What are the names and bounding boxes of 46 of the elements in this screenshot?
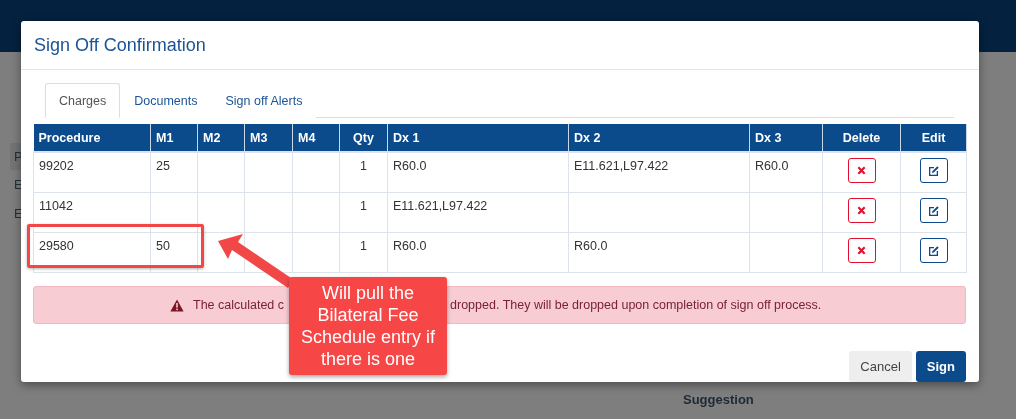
column-header: M2 [197,124,245,152]
close-icon [857,166,866,175]
close-icon [857,206,866,215]
column-header: Qty [339,124,388,152]
delete-button[interactable] [847,158,876,183]
column-header: Edit [900,124,967,152]
table-cell: R60.0 [568,232,750,273]
table-cell: 1 [339,232,388,273]
column-header: M3 [244,124,293,152]
column-header: Dx 1 [387,124,569,152]
column-header: Delete [822,124,901,152]
table-cell: R60.0 [387,232,569,273]
table-cell: R60.0 [749,152,823,193]
column-header: Dx 2 [568,124,750,152]
table-cell: E11.621,L97.422 [568,152,750,193]
dialog-title: Sign Off Confirmation [34,34,206,56]
warning-icon [170,298,184,312]
edit-button[interactable] [919,158,948,183]
edit-icon [927,164,940,177]
table-cell: 99202 [33,152,151,193]
table-cell: 29580 [33,232,151,273]
close-icon [857,246,866,255]
table-cell: 50 [150,232,198,273]
table-cell: 1 [339,192,388,233]
alert-text: dropped. They will be dropped upon completion of sign off process. [450,298,822,312]
edit-icon [927,244,940,257]
table-cell: E11.621,L97.422 [387,192,569,233]
table-cell: 11042 [33,192,151,233]
column-header: Dx 3 [749,124,823,152]
alert-text: The calculated c [193,298,285,312]
tab[interactable]: Charges [45,83,121,118]
delete-button[interactable] [847,198,876,223]
cancel-button[interactable]: Cancel [849,351,912,382]
table-cell: 25 [150,152,198,193]
table-cell: R60.0 [387,152,569,193]
sign-button[interactable]: Sign [915,351,966,382]
edit-button[interactable] [919,238,948,263]
edit-icon [927,204,940,217]
column-header: M1 [150,124,198,152]
column-header: Procedure [33,124,151,152]
column-header: M4 [292,124,340,152]
annotation-callout: Will pull the Bilateral Fee Schedule entry if there is one [289,277,447,375]
edit-button[interactable] [919,198,948,223]
delete-button[interactable] [847,238,876,263]
section-heading: Suggestion [683,392,754,407]
table-cell: 1 [339,152,388,193]
